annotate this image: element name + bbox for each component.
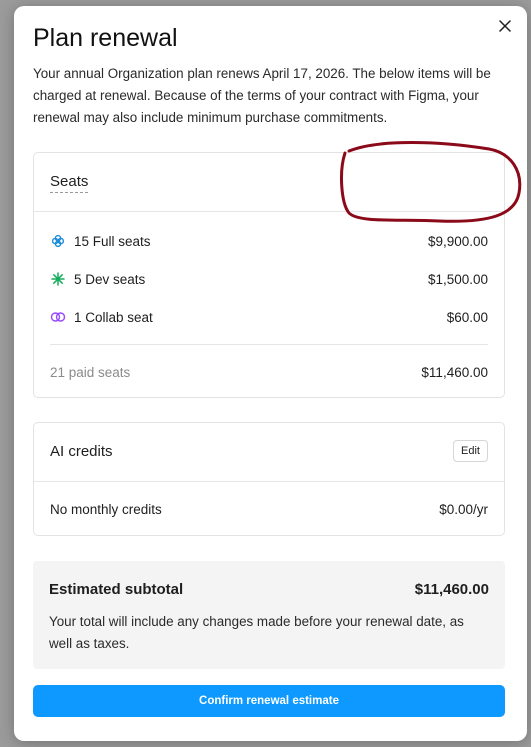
ai-credits-row: No monthly credits $0.00/yr [34,482,504,536]
ai-credits-row-value: $0.00/yr [439,501,488,517]
seats-title[interactable]: Seats [50,173,89,193]
plan-renewal-dialog: Plan renewal Your annual Organization pl… [14,6,527,741]
seats-card: Seats 15 Full seats $9,900.00 5 Dev seat… [33,152,505,398]
close-button[interactable] [495,16,515,36]
subtotal-amount: $11,460.00 [414,581,489,598]
ai-credits-card: AI credits Edit No monthly credits $0.00… [33,422,505,536]
subtotal-note: Your total will include any changes made… [49,614,464,651]
dialog-description: Your annual Organization plan renews Apr… [33,66,491,125]
seat-label: 5 Dev seats [74,271,146,287]
seats-total-value: $11,460.00 [421,364,488,380]
dev-seat-icon [50,272,66,286]
seat-row-dev: 5 Dev seats $1,500.00 [34,260,504,298]
subtotal-title: Estimated subtotal [49,581,184,598]
ai-credits-row-label: No monthly credits [50,501,162,517]
seats-card-header: Seats [34,153,504,212]
ai-credits-title: AI credits [50,443,113,460]
estimated-subtotal-panel: Estimated subtotal $11,460.00 Your total… [33,561,505,669]
confirm-renewal-button[interactable]: Confirm renewal estimate [33,685,505,717]
seat-value: $60.00 [446,309,488,325]
collab-seat-icon [50,311,66,323]
seat-value: $9,900.00 [427,233,488,249]
edit-ai-credits-button[interactable]: Edit [453,440,488,462]
dialog-title: Plan renewal [33,24,178,52]
seat-label: 1 Collab seat [74,309,153,325]
seat-row-collab: 1 Collab seat $60.00 [34,298,504,336]
seat-row-full: 15 Full seats $9,900.00 [34,222,504,260]
seats-total-row: 21 paid seats $11,460.00 [34,345,504,399]
full-seat-icon [50,234,66,248]
seat-value: $1,500.00 [427,271,488,287]
seat-label: 15 Full seats [74,233,151,249]
seats-total-label: 21 paid seats [50,364,131,380]
ai-credits-header: AI credits Edit [34,423,504,482]
close-icon [499,20,511,32]
